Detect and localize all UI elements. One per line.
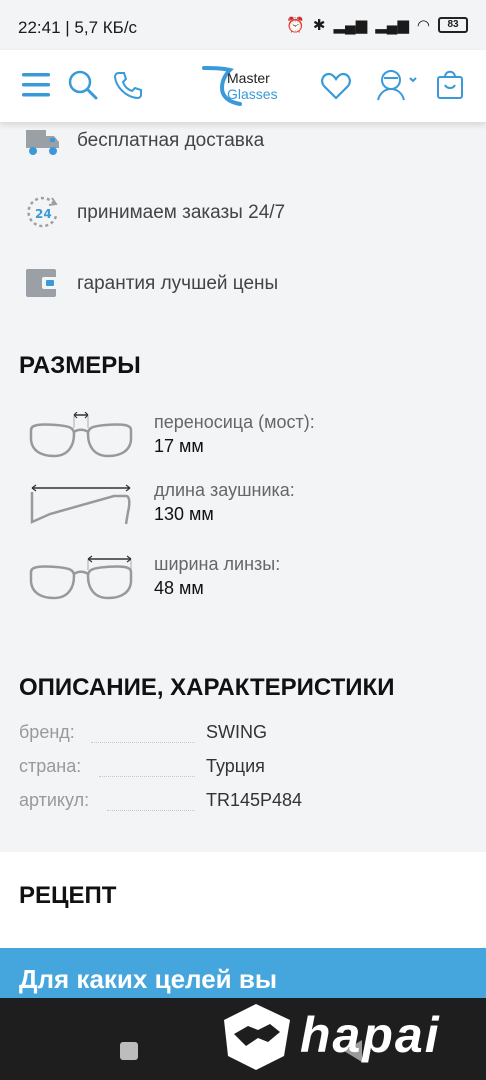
recipe-title: РЕЦЕПТ xyxy=(19,882,117,909)
size-lens-row: ширина линзы: 48 мм xyxy=(0,554,486,624)
benefit-best-price: гарантия лучшей цены xyxy=(0,265,486,305)
phone-icon[interactable] xyxy=(113,70,143,100)
account-icon[interactable] xyxy=(376,66,420,102)
size-value: 48 мм xyxy=(154,578,204,598)
spec-row-brand: бренд: SWING xyxy=(19,722,469,748)
size-label: длина заушника: xyxy=(154,480,295,500)
spec-label: артикул: xyxy=(19,790,90,810)
logo-text-master: Master xyxy=(227,70,270,86)
benefit-free-delivery: бесплатная доставка xyxy=(0,122,486,162)
purpose-banner: Для каких целей вы xyxy=(0,948,486,998)
spec-dots xyxy=(91,742,195,743)
search-icon[interactable] xyxy=(68,70,98,100)
spec-value: SWING xyxy=(206,722,267,742)
logo-text-glasses: Glasses xyxy=(227,86,278,102)
size-value: 130 мм xyxy=(154,504,214,524)
wallet-icon xyxy=(26,269,58,297)
size-label: переносица (мост): xyxy=(154,412,315,432)
size-bridge-row: переносица (мост): 17 мм xyxy=(0,412,486,482)
clock-24-icon: 24 xyxy=(27,196,58,228)
benefit-text: гарантия лучшей цены xyxy=(77,273,279,294)
watermark-text: hapai xyxy=(300,1007,441,1063)
lens-width-icon xyxy=(29,555,133,600)
watermark: hapai xyxy=(218,1000,478,1072)
recipe-section[interactable]: РЕЦЕПТ xyxy=(0,852,486,948)
status-icons: ⏰ ✱ ▂▄▆ ▂▄▆ ◠ 83 xyxy=(286,16,468,34)
cart-bag-icon[interactable] xyxy=(436,68,464,100)
system-nav-bar: hapai xyxy=(0,998,486,1080)
benefit-text: принимаем заказы 24/7 xyxy=(77,202,286,223)
site-logo[interactable]: Master Glasses xyxy=(200,60,300,110)
spec-value: Турция xyxy=(206,756,265,776)
spec-label: страна: xyxy=(19,756,82,776)
size-temple-row: длина заушника: 130 мм xyxy=(0,480,486,550)
spec-dots xyxy=(99,776,195,777)
site-header: Master Glasses xyxy=(0,50,486,122)
benefit-text: бесплатная доставка xyxy=(77,130,265,151)
spec-dots xyxy=(107,810,195,811)
bluetooth-icon: ✱ xyxy=(312,17,326,34)
purpose-banner-text: Для каких целей вы xyxy=(19,964,278,994)
spec-value: TR145P484 xyxy=(206,790,303,810)
signal-icon: ▂▄▆ xyxy=(333,17,368,34)
sizes-title: РАЗМЕРЫ xyxy=(19,352,141,379)
description-title: ОПИСАНИЕ, ХАРАКТЕРИСТИКИ xyxy=(19,674,395,701)
recent-apps-button[interactable] xyxy=(120,1042,138,1060)
spec-label: бренд: xyxy=(19,722,75,742)
signal-icon-2: ▂▄▆ xyxy=(375,17,409,34)
spec-row-article: артикул: TR145P484 xyxy=(19,790,469,816)
bridge-width-icon xyxy=(29,412,133,458)
wifi-icon: ◠ xyxy=(416,17,430,34)
battery-icon: 83 xyxy=(438,17,468,33)
heart-icon[interactable] xyxy=(321,72,351,100)
size-label: ширина линзы: xyxy=(154,554,281,574)
alarm-icon: ⏰ xyxy=(286,17,305,34)
handshake-logo-icon xyxy=(224,1004,290,1070)
status-time-speed: 22:41 | 5,7 КБ/с xyxy=(18,18,138,37)
size-value: 17 мм xyxy=(154,436,204,456)
temple-length-icon xyxy=(30,484,131,525)
menu-icon[interactable] xyxy=(22,72,50,98)
benefit-orders-24-7: 24 принимаем заказы 24/7 xyxy=(0,194,486,234)
svg-text:24: 24 xyxy=(35,207,52,221)
truck-icon xyxy=(26,130,59,155)
spec-row-country: страна: Турция xyxy=(19,756,469,782)
